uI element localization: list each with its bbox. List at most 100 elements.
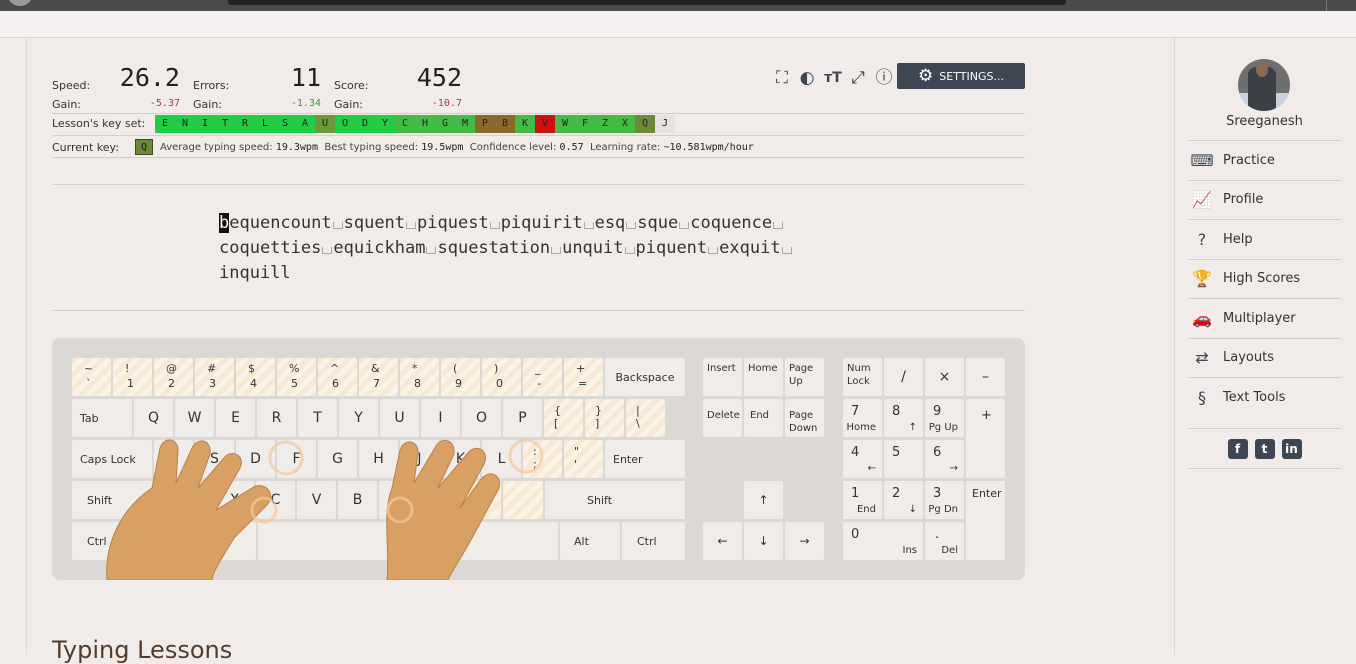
key--[interactable]: _ - bbox=[523, 358, 562, 396]
key-g[interactable]: G bbox=[318, 440, 357, 478]
username[interactable]: Sreeganesh bbox=[1188, 114, 1341, 129]
key-alt-left[interactable] bbox=[196, 522, 256, 560]
key-3[interactable]: #3 bbox=[195, 358, 234, 396]
key-v[interactable]: V bbox=[297, 481, 336, 519]
fullscreen-icon[interactable]: ⤢ bbox=[848, 68, 868, 88]
sidebar-item-practice[interactable]: ⌨ Practice bbox=[1188, 140, 1341, 179]
linkedin-icon[interactable]: in bbox=[1281, 438, 1302, 459]
key-num-enter[interactable]: Enter bbox=[966, 481, 1005, 560]
key-delete[interactable]: Delete bbox=[703, 399, 742, 437]
key-i[interactable]: I bbox=[421, 399, 460, 437]
key-a[interactable]: A bbox=[154, 440, 193, 478]
key-insert[interactable]: Insert bbox=[703, 358, 742, 396]
key-p[interactable]: P bbox=[503, 399, 542, 437]
key-num-6[interactable]: 6 → bbox=[925, 440, 964, 478]
key-num-7[interactable]: 7 Home bbox=[843, 399, 882, 437]
key-caps-lock[interactable]: Caps Lock bbox=[72, 440, 152, 478]
key-c[interactable]: C bbox=[256, 481, 295, 519]
help-icon[interactable]: ⓘ bbox=[874, 68, 894, 88]
key-num-1[interactable]: 1 End bbox=[843, 481, 882, 519]
key-bracket[interactable]: | \ bbox=[626, 399, 665, 437]
key-2[interactable]: @2 bbox=[154, 358, 193, 396]
key-z[interactable]: Z bbox=[174, 481, 213, 519]
key-home[interactable]: Home bbox=[744, 358, 783, 396]
key-d[interactable]: D bbox=[236, 440, 275, 478]
key-1[interactable]: ! 1 bbox=[113, 358, 152, 396]
settings-button[interactable]: ⚙ SETTINGS... bbox=[897, 63, 1025, 89]
key-space[interactable] bbox=[258, 522, 558, 560]
key-`[interactable]: ~ ` bbox=[72, 358, 111, 396]
key-w[interactable]: W bbox=[175, 399, 214, 437]
key-enter[interactable]: Enter bbox=[605, 440, 685, 478]
key-s[interactable]: S bbox=[195, 440, 234, 478]
key-h[interactable]: H bbox=[359, 440, 398, 478]
key-e[interactable]: E bbox=[216, 399, 255, 437]
key-j[interactable]: J bbox=[400, 440, 439, 478]
key-=[interactable]: + = bbox=[564, 358, 603, 396]
key-k[interactable]: K bbox=[441, 440, 480, 478]
key-bracket[interactable]: {[ bbox=[544, 399, 583, 437]
key-num-0[interactable]: 0 Ins bbox=[843, 522, 923, 560]
key-win-left[interactable] bbox=[134, 522, 194, 560]
key-q[interactable]: Q bbox=[134, 399, 173, 437]
key-end[interactable]: End bbox=[744, 399, 783, 437]
key-y[interactable]: Y bbox=[339, 399, 378, 437]
key-u[interactable]: U bbox=[380, 399, 419, 437]
zoom-frame-icon[interactable]: ⛶ bbox=[772, 68, 792, 88]
key-t[interactable]: T bbox=[298, 399, 337, 437]
key-f[interactable]: F bbox=[277, 440, 316, 478]
key-x[interactable]: X bbox=[215, 481, 254, 519]
key-alt-right[interactable]: Alt bbox=[560, 522, 620, 560]
key-num-plus[interactable]: + bbox=[966, 399, 1005, 478]
key-arrow-right[interactable]: → bbox=[785, 522, 824, 560]
twitter-icon[interactable]: t bbox=[1254, 438, 1275, 459]
key-punct[interactable]: " ' bbox=[564, 440, 603, 478]
sidebar-item-layouts[interactable]: ⇄ Layouts bbox=[1188, 337, 1341, 377]
key-num-9[interactable]: 9 Pg Up bbox=[925, 399, 964, 437]
sidebar-item-text-tools[interactable]: § Text Tools bbox=[1188, 377, 1341, 416]
browser-button[interactable] bbox=[7, 0, 33, 6]
key-num-divide[interactable]: / bbox=[884, 358, 923, 396]
facebook-icon[interactable]: f bbox=[1227, 438, 1248, 459]
key-n[interactable]: N bbox=[379, 481, 418, 519]
key-9[interactable]: (9 bbox=[441, 358, 480, 396]
key-shift-left[interactable]: Shift bbox=[72, 481, 172, 519]
key-bracket[interactable]: }] bbox=[585, 399, 624, 437]
key-arrow-down[interactable]: ↓ bbox=[744, 522, 783, 560]
key-ctrl-right[interactable]: Ctrl bbox=[622, 522, 685, 560]
key-4[interactable]: $4 bbox=[236, 358, 275, 396]
key-comma[interactable] bbox=[461, 481, 501, 519]
key-arrow-up[interactable]: ↑ bbox=[744, 481, 783, 519]
key-num-3[interactable]: 3 Pg Dn bbox=[925, 481, 964, 519]
key-7[interactable]: & 7 bbox=[359, 358, 398, 396]
key-num-5[interactable]: 5 bbox=[884, 440, 923, 478]
key-l[interactable]: L bbox=[482, 440, 521, 478]
theme-icon[interactable]: ◐ bbox=[797, 68, 817, 88]
key-num-minus[interactable]: – bbox=[966, 358, 1005, 396]
sidebar-item-high-scores[interactable]: 🏆 High Scores bbox=[1188, 258, 1341, 298]
key-punct[interactable]: :; bbox=[523, 440, 562, 478]
key-num-lock[interactable]: Num Lock bbox=[843, 358, 882, 396]
key-m[interactable]: M bbox=[420, 481, 459, 519]
key-shift-right[interactable]: Shift bbox=[545, 481, 685, 519]
key-num-multiply[interactable]: × bbox=[925, 358, 964, 396]
font-size-icon[interactable]: тT bbox=[823, 68, 843, 88]
key-backspace[interactable]: Backspace bbox=[605, 358, 685, 396]
browser-url-bar[interactable] bbox=[228, 0, 1066, 5]
key-o[interactable]: O bbox=[462, 399, 501, 437]
key-r[interactable]: R bbox=[257, 399, 296, 437]
key-ctrl-left[interactable]: Ctrl bbox=[72, 522, 132, 560]
key-0[interactable]: ) 0 bbox=[482, 358, 521, 396]
avatar[interactable] bbox=[1238, 59, 1290, 111]
key-num-4[interactable]: 4 ← bbox=[843, 440, 882, 478]
lesson-text[interactable]: bequencount squent piquest piquirit esq sque c… bbox=[219, 211, 793, 286]
key-num-decimal[interactable]: . Del bbox=[925, 522, 964, 560]
key-tab[interactable]: Tab bbox=[72, 399, 132, 437]
key-num-8[interactable]: 8 ↑ bbox=[884, 399, 923, 437]
key-6[interactable]: ^ 6 bbox=[318, 358, 357, 396]
sidebar-item-profile[interactable]: 📈 Profile bbox=[1188, 179, 1341, 219]
key-5[interactable]: % 5 bbox=[277, 358, 316, 396]
sidebar-item-help[interactable]: ? Help bbox=[1188, 219, 1341, 258]
sidebar-item-multiplayer[interactable]: 🚗 Multiplayer bbox=[1188, 298, 1341, 337]
key-period[interactable] bbox=[503, 481, 543, 519]
